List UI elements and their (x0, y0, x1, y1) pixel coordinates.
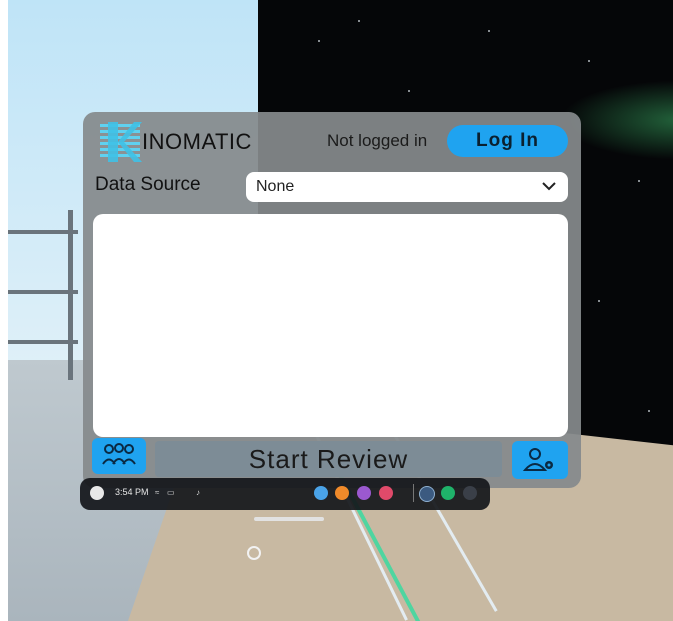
logo-text: INOMATIC (142, 129, 252, 154)
data-source-select[interactable]: None (246, 172, 568, 202)
content-area (93, 214, 568, 437)
wifi-icon: ≈ (155, 488, 160, 497)
home-circle-icon[interactable] (247, 546, 261, 560)
profile-icon[interactable] (90, 486, 104, 500)
app-grid-icon[interactable] (463, 486, 477, 500)
app-icon-2[interactable] (335, 486, 349, 500)
app-icon-4[interactable] (379, 486, 393, 500)
panel-grab-bar[interactable] (254, 517, 324, 521)
battery-icon: ▭ (167, 488, 175, 497)
app-icon-3[interactable] (357, 486, 371, 500)
chevron-down-icon (542, 182, 556, 191)
user-settings-icon (522, 448, 553, 471)
users-icon (102, 443, 136, 465)
bell-icon[interactable]: ♪ (196, 488, 200, 497)
app-icon-1[interactable] (314, 486, 328, 500)
data-source-label: Data Source (95, 174, 201, 195)
clock: 3:54 PM (115, 487, 149, 497)
start-review-button[interactable]: Start Review (155, 441, 502, 477)
login-status: Not logged in (327, 131, 428, 150)
kinomatic-logo: INOMATIC (100, 122, 252, 162)
taskbar-separator (413, 484, 414, 502)
app-icon-5[interactable] (419, 486, 435, 502)
user-settings-button[interactable] (512, 441, 568, 479)
data-source-value: None (256, 178, 295, 195)
shelf-rack (8, 210, 78, 380)
users-button[interactable] (92, 438, 146, 474)
login-button[interactable]: Log In (447, 125, 568, 157)
logo-k-mark (100, 122, 142, 162)
app-icon-6[interactable] (441, 486, 455, 500)
